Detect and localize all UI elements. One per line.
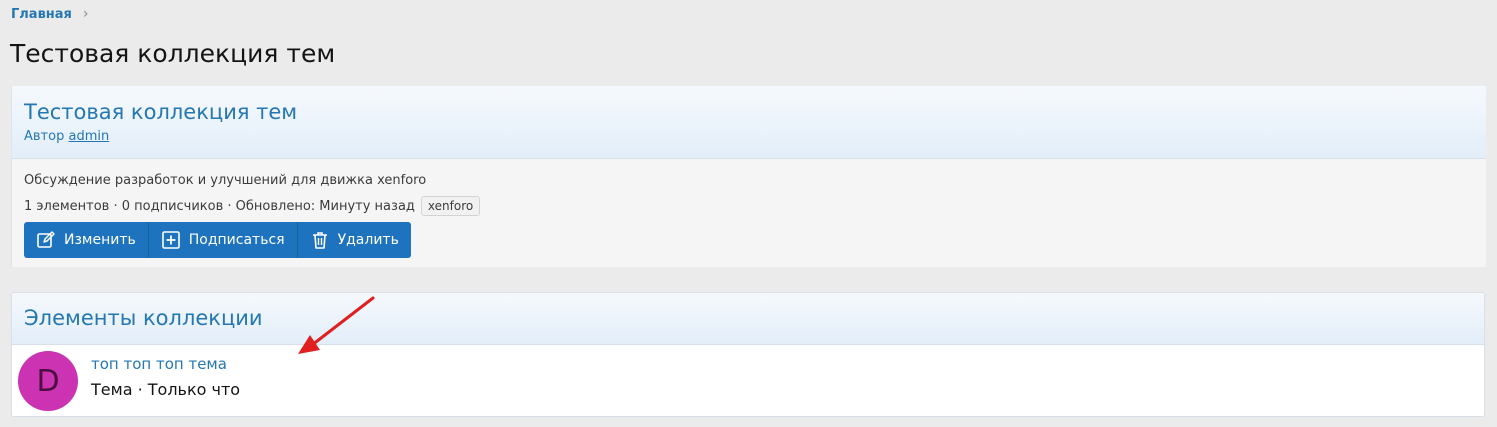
edit-button-label: Изменить	[64, 232, 136, 248]
collection-header: Тестовая коллекция тем Автор admin	[12, 86, 1486, 159]
subscribe-button[interactable]: Подписаться	[149, 222, 298, 258]
delete-button-label: Удалить	[337, 232, 399, 248]
collection-stats: 1 элементов · 0 подписчиков · Обновлено:…	[24, 196, 481, 216]
delete-button[interactable]: Удалить	[298, 222, 411, 258]
plus-square-icon	[161, 231, 180, 249]
page-title: Тестовая коллекция тем	[10, 39, 336, 68]
collection-description: Обсуждение разработок и улучшений для дв…	[24, 173, 427, 188]
collection-title: Тестовая коллекция тем	[24, 100, 298, 124]
stats-text: 1 элементов · 0 подписчиков · Обновлено:…	[24, 198, 415, 214]
author-prefix: Автор	[24, 129, 65, 144]
item-title-link[interactable]: топ топ топ тема	[91, 355, 227, 373]
collection-actions: Изменить Подписаться Удалить	[24, 222, 411, 258]
items-section-title: Элементы коллекции	[24, 306, 263, 330]
collection-items-block: Элементы коллекции D топ топ топ тема Те…	[11, 292, 1485, 417]
tag-badge[interactable]: xenforo	[420, 196, 481, 216]
edit-icon	[37, 231, 55, 248]
avatar[interactable]: D	[18, 351, 78, 411]
author-link[interactable]: admin	[68, 129, 109, 144]
edit-button[interactable]: Изменить	[24, 222, 149, 258]
chevron-right-icon: ›	[82, 6, 89, 22]
subscribe-button-label: Подписаться	[188, 232, 285, 248]
collection-block: Тестовая коллекция тем Автор admin Обсуж…	[11, 86, 1486, 267]
item-meta: Тема · Только что	[91, 380, 241, 399]
list-item: D топ топ топ тема Тема · Только что	[12, 346, 1484, 416]
breadcrumb: Главная ›	[11, 6, 89, 22]
trash-icon	[312, 232, 327, 249]
items-header: Элементы коллекции	[12, 293, 1484, 345]
breadcrumb-home-link[interactable]: Главная	[11, 7, 72, 22]
collection-author: Автор admin	[24, 129, 1474, 144]
